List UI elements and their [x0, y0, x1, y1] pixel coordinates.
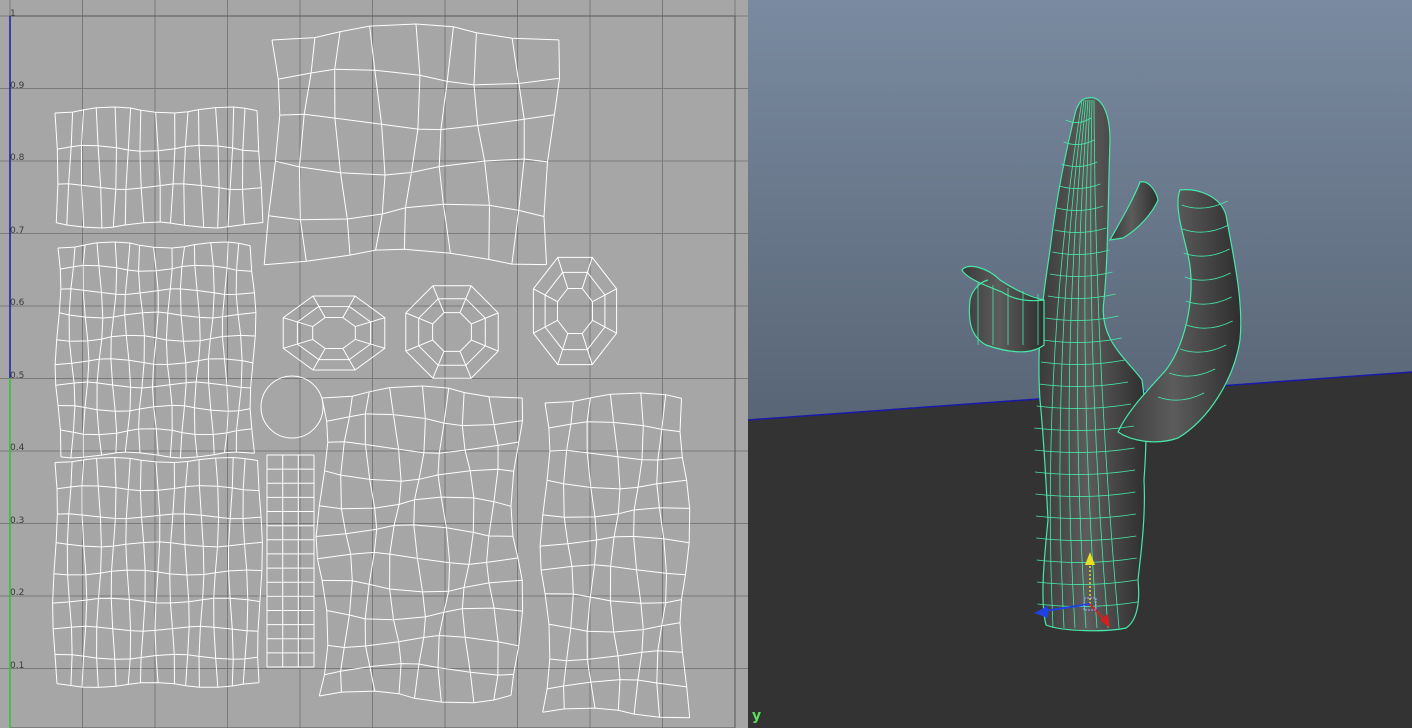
tick-label-0.4: 0.4	[10, 443, 25, 453]
uv-shell-trunk-lower[interactable]	[52, 456, 263, 688]
tick-label-0.3: 0.3	[10, 516, 24, 526]
viewport-canvas[interactable]	[748, 0, 1412, 728]
uv-shell-circle-cap[interactable]	[260, 375, 324, 439]
uv-shell-cap-2[interactable]	[405, 285, 499, 379]
uv-shell-arm-top[interactable]	[263, 23, 561, 266]
axis-indicator-y: y	[752, 708, 762, 724]
uv-shell-cap-3[interactable]	[532, 256, 618, 366]
uv-texture-editor[interactable]: 1 0.9 0.8 0.7 0.6 0.5 0.4 0.3 0.2 0.1	[0, 0, 748, 728]
uv-shell-cap-1[interactable]	[282, 295, 386, 371]
tick-label-0.1: 0.1	[10, 661, 24, 671]
tick-label-0.2: 0.2	[10, 588, 24, 598]
tick-label-1: 1	[10, 9, 16, 19]
uv-canvas[interactable]: 1 0.9 0.8 0.7 0.6 0.5 0.4 0.3 0.2 0.1	[0, 0, 748, 728]
uv-shell-arm-right[interactable]	[539, 392, 691, 719]
uv-shells[interactable]	[52, 23, 691, 719]
tick-label-0.5: 0.5	[10, 371, 24, 381]
uv-shell-ladder[interactable]	[266, 454, 315, 668]
tick-label-0.6: 0.6	[10, 298, 25, 308]
uv-tick-labels: 1 0.9 0.8 0.7 0.6 0.5 0.4 0.3 0.2 0.1	[10, 9, 25, 671]
tick-label-0.7: 0.7	[10, 226, 24, 236]
uv-shell-arm-left[interactable]	[315, 385, 524, 704]
perspective-viewport[interactable]: y	[748, 0, 1412, 728]
uv-shell-trunk-top[interactable]	[54, 106, 264, 229]
tick-label-0.8: 0.8	[10, 153, 25, 163]
tick-label-0.9: 0.9	[10, 81, 25, 91]
